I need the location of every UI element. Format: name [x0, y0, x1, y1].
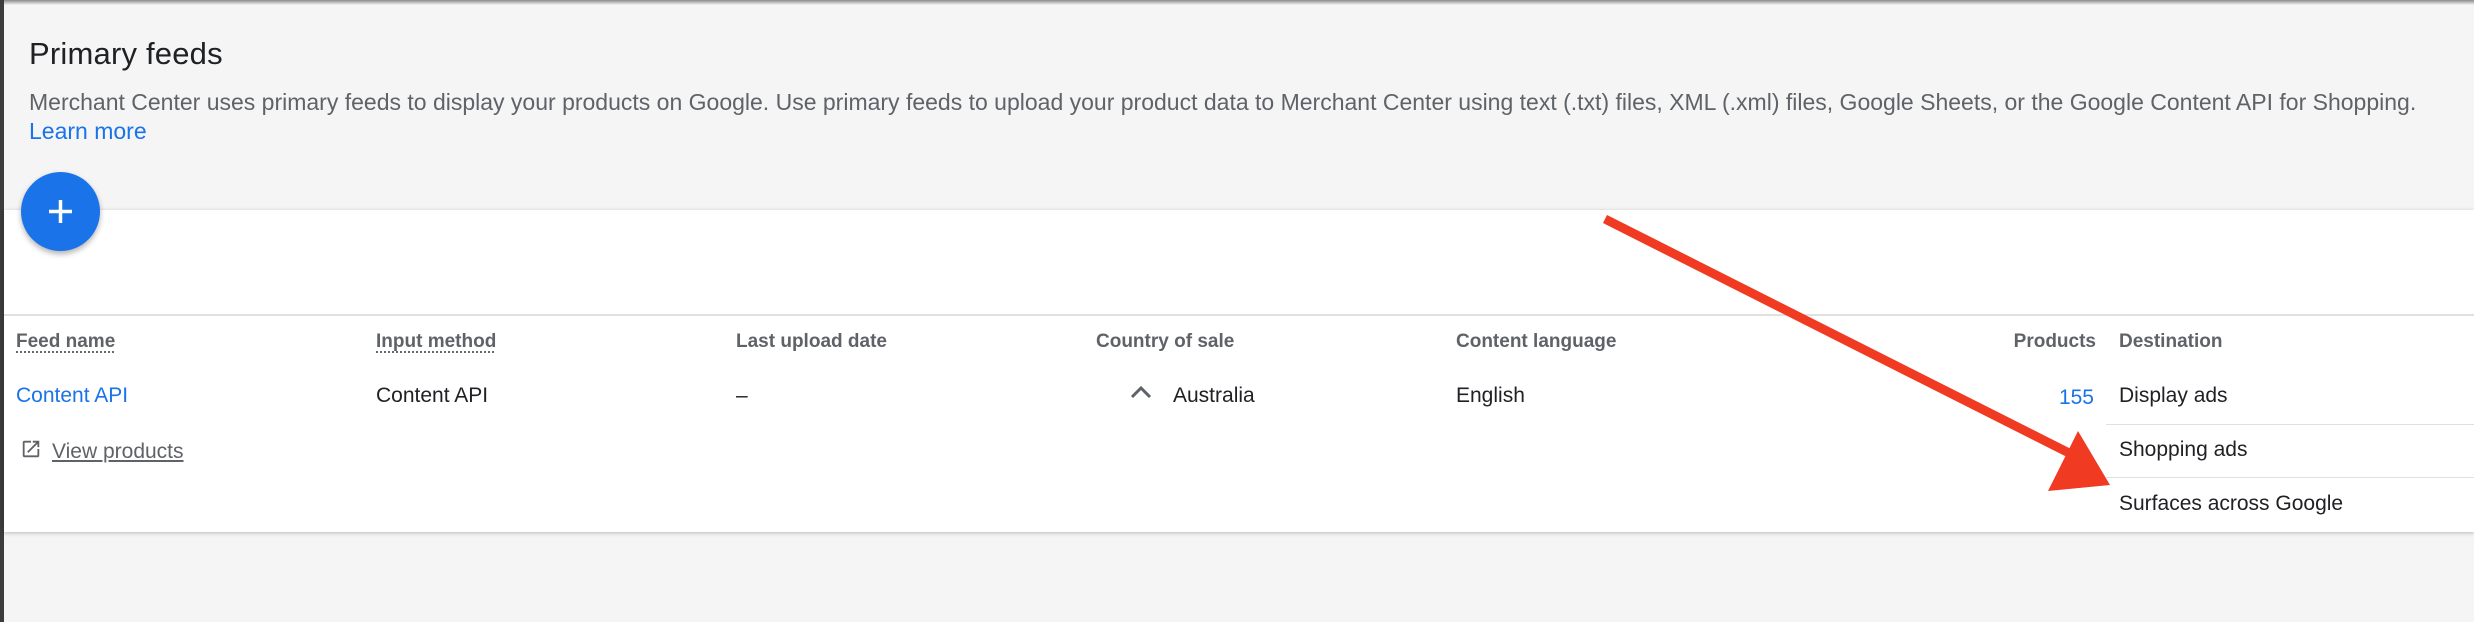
country-of-sale-value: Australia	[1173, 384, 1255, 407]
products-count-link[interactable]: 155	[2059, 386, 2094, 410]
add-feed-button[interactable]	[21, 172, 100, 251]
destination-shopping-ads: Shopping ads	[2119, 438, 2248, 461]
input-method-value: Content API	[376, 384, 489, 407]
view-products-link[interactable]: View products	[20, 438, 184, 466]
learn-more-link[interactable]: Learn more	[29, 118, 147, 144]
column-header-content-language: Content language	[1456, 331, 1617, 352]
column-header-destination: Destination	[2119, 331, 2223, 352]
column-header-last-upload-date: Last upload date	[736, 331, 887, 352]
page-title: Primary feeds	[29, 36, 223, 71]
description-text: Merchant Center uses primary feeds to di…	[29, 89, 2417, 115]
column-header-country-of-sale: Country of sale	[1096, 331, 1235, 352]
column-header-input-method[interactable]: Input method	[376, 331, 496, 353]
destination-divider	[2106, 477, 2474, 478]
last-upload-date-value: –	[736, 384, 748, 407]
destination-surfaces-across-google: Surfaces across Google	[2119, 492, 2344, 515]
column-header-products: Products	[2013, 331, 2096, 352]
plus-icon	[49, 200, 72, 223]
open-in-new-icon	[20, 438, 42, 466]
view-products-label: View products	[52, 440, 184, 463]
destination-divider	[2106, 424, 2474, 425]
feeds-table-card: Feed name Input method Last upload date …	[4, 210, 2474, 532]
top-shadow	[0, 0, 2474, 5]
column-header-feed-name[interactable]: Feed name	[16, 331, 115, 353]
chevron-up-icon[interactable]	[1130, 385, 1152, 404]
destination-display-ads: Display ads	[2119, 384, 2228, 407]
content-language-value: English	[1456, 384, 1525, 407]
header-divider	[4, 314, 2474, 316]
section-description: Merchant Center uses primary feeds to di…	[29, 88, 2419, 146]
feed-name-link[interactable]: Content API	[16, 384, 128, 408]
